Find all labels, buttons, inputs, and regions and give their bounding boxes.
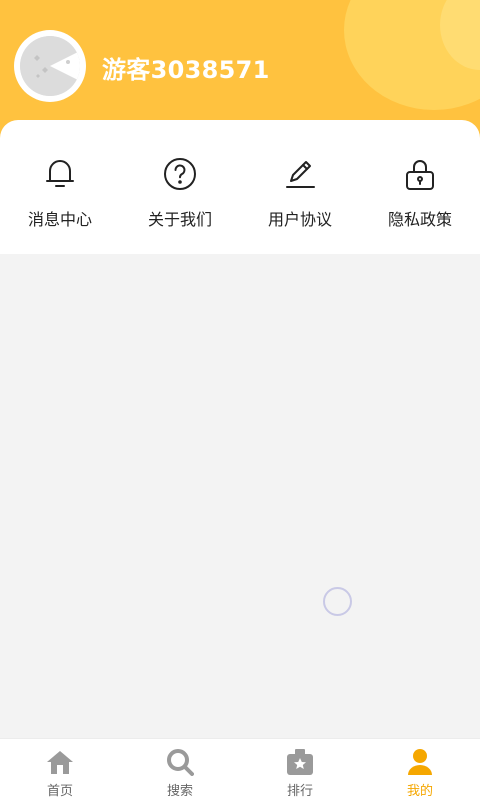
avatar[interactable] [14,30,86,102]
tab-label: 首页 [46,784,73,799]
menu-item-label: 隐私政策 [387,210,452,229]
home-icon [46,748,74,776]
bell-icon [42,156,78,192]
tab-home[interactable]: 首页 [0,739,120,800]
tab-search[interactable]: 搜索 [120,739,240,800]
menu-item-label: 用户协议 [267,210,332,229]
tab-ranking[interactable]: 排行 [240,739,360,800]
bottom-tab-bar: 首页 搜索 排行 我的 [0,738,480,800]
avatar-placeholder-icon [20,36,80,96]
lock-icon [402,156,438,192]
tab-label: 搜索 [166,784,193,799]
tab-label: 我的 [406,784,433,799]
ranking-icon [286,748,314,776]
search-icon [166,748,194,776]
menu-card: 消息中心 关于我们 用户协议 隐私政策 [0,120,480,254]
menu-item-label: 消息中心 [27,210,92,229]
profile-header: 游客3038571 [0,0,480,140]
loading-spinner [323,587,352,616]
menu-item-user-agreement[interactable]: 用户协议 [240,120,360,254]
pencil-icon [282,156,318,192]
user-icon [406,748,434,776]
menu-item-about[interactable]: 关于我们 [120,120,240,254]
menu-item-messages[interactable]: 消息中心 [0,120,120,254]
menu-item-privacy-policy[interactable]: 隐私政策 [360,120,480,254]
tab-label: 排行 [286,784,313,799]
question-icon [162,156,198,192]
tab-mine[interactable]: 我的 [360,739,480,800]
menu-item-label: 关于我们 [147,210,212,229]
username: 游客3038571 [102,56,270,84]
